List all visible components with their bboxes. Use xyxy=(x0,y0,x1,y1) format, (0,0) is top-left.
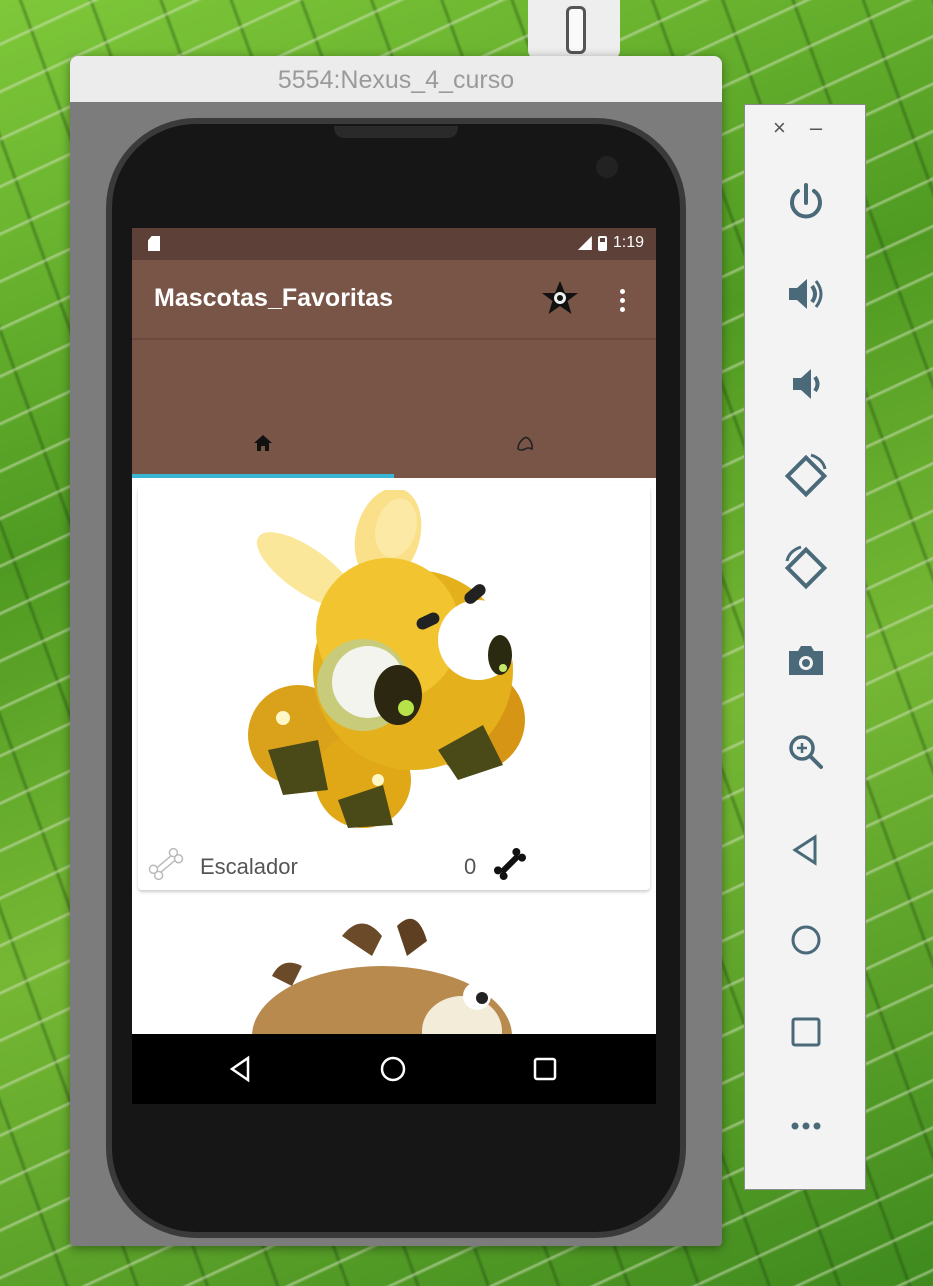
home-icon xyxy=(254,435,272,451)
signal-icon xyxy=(577,236,592,250)
camera-icon[interactable] xyxy=(781,635,831,685)
back-icon[interactable] xyxy=(224,1052,258,1086)
tab-home[interactable] xyxy=(132,340,394,478)
status-bar: 1:19 xyxy=(132,228,656,260)
overflow-dot xyxy=(619,297,625,303)
more-icon[interactable] xyxy=(781,1101,831,1151)
volume-down-icon[interactable] xyxy=(781,359,831,409)
battery-icon xyxy=(597,235,607,251)
minimize-button[interactable]: – xyxy=(810,115,822,141)
home-icon[interactable] xyxy=(781,915,831,965)
emulator-side-toolbar: × – xyxy=(744,104,866,1190)
pet-image xyxy=(252,918,512,1104)
bone-icon xyxy=(493,847,527,881)
overflow-dot xyxy=(619,288,625,294)
window-title[interactable]: 5554:Nexus_4_curso xyxy=(70,56,722,102)
pet-name: Escalador xyxy=(200,854,298,879)
power-icon[interactable] xyxy=(781,177,831,227)
overview-icon[interactable] xyxy=(781,1007,831,1057)
overview-icon[interactable] xyxy=(528,1052,562,1086)
home-circle-icon[interactable] xyxy=(376,1052,410,1086)
star-icon xyxy=(542,281,578,314)
phone-screen: 1:19 Mascotas_Favoritas Escalador 0 xyxy=(132,228,656,1104)
dock-handle-icon xyxy=(566,6,586,54)
emulator-dock-tab[interactable] xyxy=(528,0,620,60)
pet-bee-image xyxy=(248,490,525,828)
pet-card[interactable] xyxy=(132,916,656,1104)
front-camera xyxy=(596,156,618,178)
volume-up-icon[interactable] xyxy=(781,269,831,319)
rotate-left-icon[interactable] xyxy=(781,451,831,501)
overflow-dot xyxy=(619,306,625,312)
pet-like-count: 0 xyxy=(464,854,477,879)
pet-card[interactable]: Escalador 0 xyxy=(138,486,650,890)
back-icon[interactable] xyxy=(781,825,831,875)
tab-pets[interactable] xyxy=(394,340,656,478)
status-time: 1:19 xyxy=(612,234,644,251)
pet-card-footer: Escalador 0 xyxy=(138,836,650,886)
app-title: Mascotas_Favoritas xyxy=(154,284,394,312)
tab-indicator xyxy=(132,474,394,478)
overflow-menu-button[interactable] xyxy=(612,280,632,320)
android-navigation-bar xyxy=(132,1034,656,1104)
paw-icon xyxy=(517,436,533,451)
tab-layout xyxy=(132,340,656,478)
sd-card-icon xyxy=(148,236,160,251)
rotate-right-icon[interactable] xyxy=(781,543,831,593)
bone-outline-icon[interactable] xyxy=(146,844,186,884)
favorites-star-button[interactable] xyxy=(540,278,580,318)
close-button[interactable]: × xyxy=(773,115,786,141)
speaker-grille xyxy=(334,126,458,138)
zoom-icon[interactable] xyxy=(781,727,831,777)
app-toolbar: Mascotas_Favoritas xyxy=(132,260,656,338)
